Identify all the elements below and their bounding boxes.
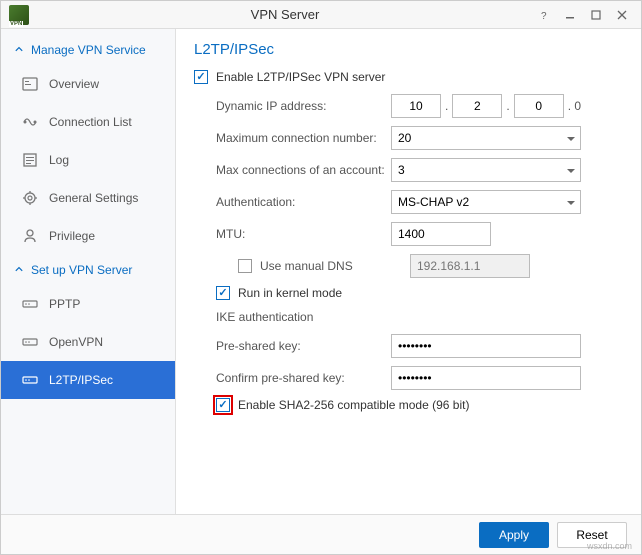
sidebar-item-label: PPTP (49, 297, 80, 311)
titlebar: VPN Server ? (1, 1, 641, 29)
enable-row: Enable L2TP/IPSec VPN server (194, 70, 623, 84)
max-conn-label: Maximum connection number: (216, 131, 391, 145)
minimize-button[interactable] (559, 6, 581, 24)
auth-label: Authentication: (216, 195, 391, 209)
manual-dns-checkbox[interactable] (238, 259, 252, 273)
sidebar-item-label: Overview (49, 77, 99, 91)
sidebar-item-label: L2TP/IPSec (49, 373, 113, 387)
mtu-input[interactable] (391, 222, 491, 246)
help-button[interactable]: ? (533, 6, 555, 24)
manual-dns-input (410, 254, 530, 278)
reset-button[interactable]: Reset (557, 522, 627, 548)
psk-input[interactable] (391, 334, 581, 358)
page-title: L2TP/IPSec (194, 41, 623, 58)
kernel-mode-label: Run in kernel mode (238, 286, 342, 300)
svg-text:?: ? (541, 11, 547, 20)
sidebar: Manage VPN Service Overview Connection L… (1, 29, 176, 514)
log-icon (21, 151, 39, 169)
sidebar-item-connection[interactable]: Connection List (1, 103, 175, 141)
app-icon (9, 5, 29, 25)
kernel-mode-checkbox[interactable] (216, 286, 230, 300)
ip-dot: . (445, 99, 448, 113)
maximize-button[interactable] (585, 6, 607, 24)
sidebar-item-overview[interactable]: Overview (1, 65, 175, 103)
psk-label: Pre-shared key: (216, 339, 391, 353)
pptp-icon (21, 295, 39, 313)
overview-icon (21, 75, 39, 93)
window-controls: ? (533, 6, 633, 24)
l2tp-icon (21, 371, 39, 389)
sha2-label: Enable SHA2-256 compatible mode (96 bit) (238, 398, 469, 412)
sidebar-item-log[interactable]: Log (1, 141, 175, 179)
sidebar-item-settings[interactable]: General Settings (1, 179, 175, 217)
confirm-psk-input[interactable] (391, 366, 581, 390)
chevron-down-icon (15, 43, 23, 57)
section-label: Manage VPN Service (31, 43, 146, 57)
privilege-icon (21, 227, 39, 245)
sidebar-item-label: Log (49, 153, 69, 167)
ike-label: IKE authentication (194, 310, 623, 324)
max-acct-select[interactable] (391, 158, 581, 182)
chevron-down-icon (15, 263, 23, 277)
manual-dns-label: Use manual DNS (260, 259, 410, 273)
auth-select[interactable] (391, 190, 581, 214)
settings-icon (21, 189, 39, 207)
section-setup[interactable]: Set up VPN Server (1, 255, 175, 285)
ip-a-input[interactable] (391, 94, 441, 118)
enable-checkbox[interactable] (194, 70, 208, 84)
sidebar-item-label: Connection List (49, 115, 132, 129)
footer: Apply Reset (1, 514, 641, 554)
ip-c-input[interactable] (514, 94, 564, 118)
dynamic-ip-label: Dynamic IP address: (216, 99, 391, 113)
apply-button[interactable]: Apply (479, 522, 549, 548)
sidebar-item-privilege[interactable]: Privilege (1, 217, 175, 255)
max-conn-select[interactable] (391, 126, 581, 150)
sidebar-item-openvpn[interactable]: OpenVPN (1, 323, 175, 361)
close-button[interactable] (611, 6, 633, 24)
sha2-checkbox[interactable] (216, 398, 230, 412)
section-label: Set up VPN Server (31, 263, 132, 277)
ip-b-input[interactable] (452, 94, 502, 118)
ip-dot: . (506, 99, 509, 113)
sidebar-item-label: OpenVPN (49, 335, 103, 349)
ip-suffix: . 0 (568, 99, 581, 113)
max-acct-label: Max connections of an account: (216, 163, 391, 177)
sidebar-item-pptp[interactable]: PPTP (1, 285, 175, 323)
connection-icon (21, 113, 39, 131)
main-panel: L2TP/IPSec Enable L2TP/IPSec VPN server … (176, 29, 641, 514)
section-manage[interactable]: Manage VPN Service (1, 35, 175, 65)
enable-label: Enable L2TP/IPSec VPN server (216, 70, 385, 84)
sidebar-item-label: General Settings (49, 191, 138, 205)
sidebar-item-l2tp[interactable]: L2TP/IPSec (1, 361, 175, 399)
window-title: VPN Server (37, 7, 533, 22)
confirm-psk-label: Confirm pre-shared key: (216, 371, 391, 385)
sidebar-item-label: Privilege (49, 229, 95, 243)
mtu-label: MTU: (216, 227, 391, 241)
openvpn-icon (21, 333, 39, 351)
